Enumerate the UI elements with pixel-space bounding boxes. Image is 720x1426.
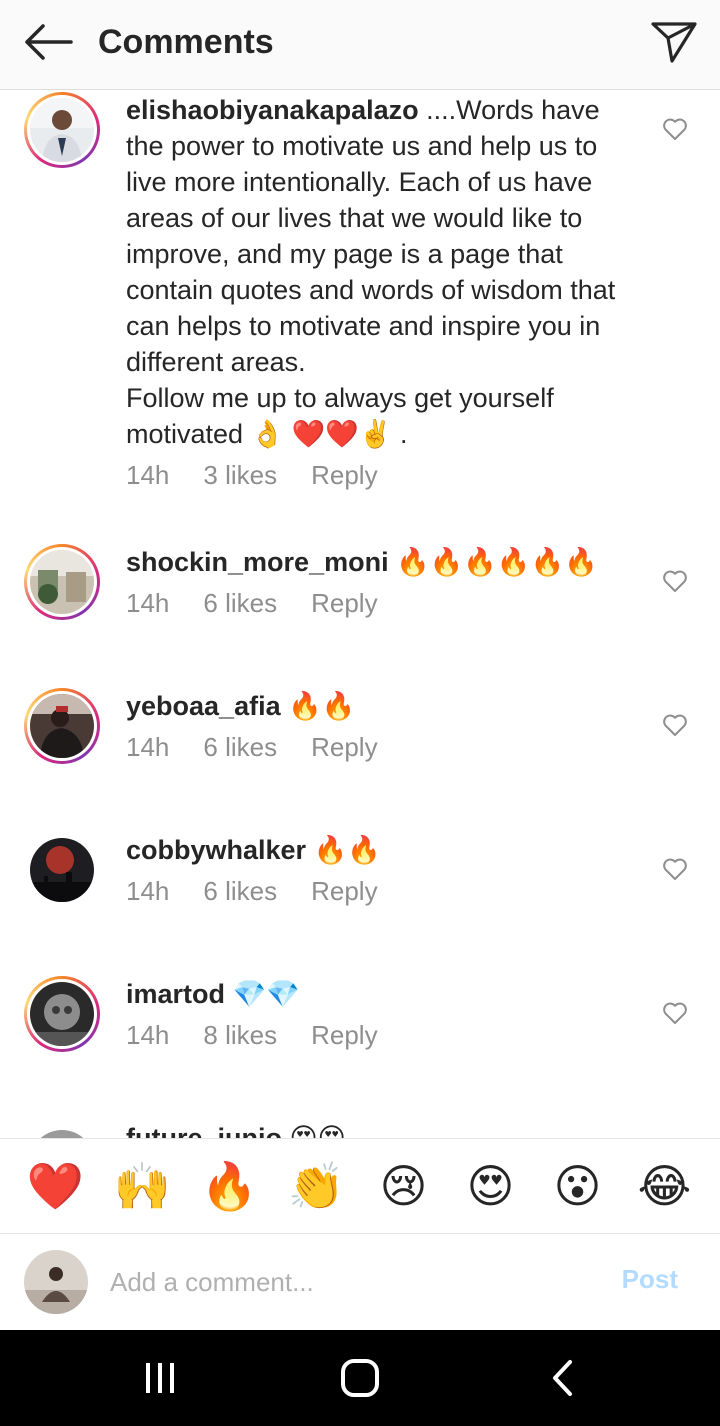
like-button[interactable] (660, 566, 690, 596)
comment-time: 14h (126, 876, 170, 906)
like-button[interactable] (660, 710, 690, 740)
comment-body: future_junio 😍😍 (126, 1120, 626, 1138)
avatar[interactable] (24, 976, 100, 1052)
comment-body: cobbywhalker 🔥🔥 14h 6 likes Reply (126, 832, 626, 907)
comment-message: 🔥🔥 (306, 835, 381, 865)
comment-composer: Post (0, 1234, 720, 1330)
home-button[interactable] (332, 1354, 388, 1402)
comment-likes[interactable]: 6 likes (203, 876, 277, 907)
comment-username[interactable]: yeboaa_afia (126, 691, 281, 721)
like-button[interactable] (660, 114, 690, 144)
comment-username[interactable]: elishaobiyanakapalazo (126, 95, 419, 125)
home-icon (341, 1359, 379, 1397)
top-bar: Comments (0, 0, 720, 90)
avatar[interactable] (24, 832, 100, 908)
comment-input[interactable] (110, 1258, 590, 1306)
back-nav-button[interactable] (534, 1354, 590, 1402)
heart-outline-icon (663, 714, 687, 736)
back-button[interactable] (20, 20, 76, 64)
raising-hands-emoji-button[interactable]: 🙌 (114, 1157, 172, 1215)
crying-emoji-button[interactable]: 😢 (375, 1157, 433, 1215)
comment-text: cobbywhalker 🔥🔥 (126, 832, 626, 868)
emoji-reaction-bar: ❤️ 🙌 🔥 👏 😢 😍 😮 😂 (0, 1138, 720, 1234)
paper-plane-icon (651, 22, 697, 63)
comment-meta: 14h 6 likes Reply (126, 732, 626, 763)
comment-meta: 14h 6 likes Reply (126, 588, 626, 619)
heart-emoji-button[interactable]: ❤️ (27, 1157, 85, 1215)
comment-text: elishaobiyanakapalazo ....Words have the… (126, 92, 626, 452)
comment-meta: 14h 8 likes Reply (126, 1020, 626, 1051)
comment-username[interactable]: shockin_more_moni (126, 547, 389, 577)
comment-text: yeboaa_afia 🔥🔥 (126, 688, 626, 724)
comment-body: imartod 💎💎 14h 8 likes Reply (126, 976, 626, 1051)
recent-apps-icon (146, 1363, 174, 1393)
comment-time: 14h (126, 460, 170, 490)
comment-text: future_junio 😍😍 (126, 1120, 626, 1138)
comment-likes[interactable]: 6 likes (203, 588, 277, 619)
comment-likes[interactable]: 6 likes (203, 732, 277, 763)
current-user-avatar (24, 1250, 88, 1314)
comment-body: yeboaa_afia 🔥🔥 14h 6 likes Reply (126, 688, 626, 763)
comment-message: 🔥🔥 (280, 691, 356, 721)
fire-emoji-button[interactable]: 🔥 (201, 1157, 259, 1215)
avatar[interactable] (24, 1124, 100, 1138)
comment-likes[interactable]: 3 likes (203, 460, 277, 491)
recent-apps-button[interactable] (132, 1354, 188, 1402)
page-title: Comments (98, 23, 274, 61)
avatar[interactable] (24, 688, 100, 764)
heart-outline-icon (663, 570, 687, 592)
comment-text: imartod 💎💎 (126, 976, 626, 1012)
surprised-emoji-button[interactable]: 😮 (549, 1157, 607, 1215)
comment-meta: 14h 6 likes Reply (126, 876, 626, 907)
like-button[interactable] (660, 998, 690, 1028)
like-button[interactable] (660, 854, 690, 884)
post-button[interactable]: Post (622, 1264, 678, 1295)
heart-outline-icon (663, 118, 687, 140)
comment-message: 💎💎 (225, 979, 300, 1009)
comment-time: 14h (126, 1020, 170, 1050)
arrow-left-icon (25, 24, 73, 60)
heart-outline-icon (663, 1002, 687, 1024)
heart-eyes-emoji-button[interactable]: 😍 (462, 1157, 520, 1215)
comment-username[interactable]: imartod (126, 979, 225, 1009)
reply-button[interactable]: Reply (311, 732, 377, 763)
comment-username[interactable]: cobbywhalker (126, 835, 306, 865)
comment-likes[interactable]: 8 likes (203, 1020, 277, 1051)
avatar[interactable] (24, 92, 100, 168)
comment-message: 🔥🔥🔥🔥🔥🔥 (388, 547, 598, 577)
reply-button[interactable]: Reply (311, 588, 377, 619)
comment-body: shockin_more_moni 🔥🔥🔥🔥🔥🔥 14h 6 likes Rep… (126, 544, 626, 619)
comment-message: 😍😍 (282, 1123, 346, 1138)
comment-text: shockin_more_moni 🔥🔥🔥🔥🔥🔥 (126, 544, 626, 580)
chevron-left-icon (553, 1360, 572, 1396)
comment-time: 14h (126, 588, 170, 618)
comment-time: 14h (126, 732, 170, 762)
reply-button[interactable]: Reply (311, 1020, 377, 1051)
laughing-emoji-button[interactable]: 😂 (636, 1157, 694, 1215)
comment-message: ....Words have the power to motivate us … (126, 95, 616, 449)
reply-button[interactable]: Reply (311, 460, 377, 491)
avatar[interactable] (24, 544, 100, 620)
share-button[interactable] (646, 14, 702, 70)
comment-meta: 14h 3 likes Reply (126, 460, 626, 491)
clapping-emoji-button[interactable]: 👏 (288, 1157, 346, 1215)
comment-body: elishaobiyanakapalazo ....Words have the… (126, 92, 626, 491)
comment-list[interactable]: elishaobiyanakapalazo ....Words have the… (0, 90, 720, 1138)
system-navigation-bar (0, 1330, 720, 1426)
comment-username[interactable]: future_junio (126, 1123, 282, 1138)
reply-button[interactable]: Reply (311, 876, 377, 907)
heart-outline-icon (663, 858, 687, 880)
